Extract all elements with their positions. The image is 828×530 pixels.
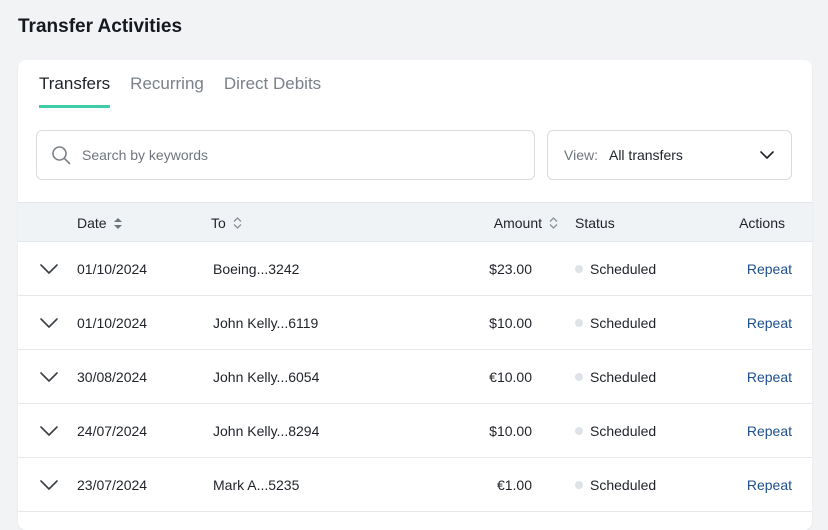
view-filter-value: All transfers	[608, 147, 683, 163]
column-amount-label: Amount	[493, 215, 542, 231]
chevron-down-icon	[40, 372, 58, 382]
repeat-button[interactable]: Repeat	[747, 242, 792, 296]
row-amount: $10.00	[489, 423, 532, 439]
row-date: 24/07/2024	[77, 423, 148, 439]
row-recipient: John Kelly...6054	[213, 369, 320, 385]
column-actions-header: Actions	[739, 203, 785, 243]
row-amount: $23.00	[489, 261, 532, 277]
row-status-label: Scheduled	[590, 477, 657, 493]
row-amount: €10.00	[489, 369, 532, 385]
row-recipient: Boeing...3242	[213, 261, 300, 277]
chevron-down-icon	[40, 480, 58, 490]
chevron-down-icon	[40, 318, 58, 328]
row-status: Scheduled	[575, 404, 656, 458]
expand-row-button[interactable]	[39, 350, 59, 404]
status-dot-icon	[575, 427, 583, 435]
transfers-table: Date To Amount Status Actions 01/10/2024…	[18, 202, 812, 512]
row-date: 01/10/2024	[77, 315, 148, 331]
table-row: 23/07/2024 Mark A...5235 €1.00 Scheduled…	[18, 458, 812, 512]
table-row: 30/08/2024 John Kelly...6054 €10.00 Sche…	[18, 350, 812, 404]
expand-row-button[interactable]	[39, 404, 59, 458]
tab-direct-debits[interactable]: Direct Debits	[224, 74, 321, 108]
row-recipient: John Kelly...6119	[213, 315, 319, 331]
view-filter-label: View:	[564, 147, 598, 163]
row-status-label: Scheduled	[590, 261, 657, 277]
column-to-header[interactable]: To	[211, 203, 242, 243]
row-date: 23/07/2024	[77, 477, 148, 493]
repeat-button[interactable]: Repeat	[747, 350, 792, 404]
chevron-down-icon	[40, 426, 58, 436]
table-row: 01/10/2024 John Kelly...6119 $10.00 Sche…	[18, 296, 812, 350]
status-dot-icon	[575, 481, 583, 489]
repeat-button[interactable]: Repeat	[747, 296, 792, 350]
column-actions-label: Actions	[739, 215, 785, 231]
row-date: 30/08/2024	[77, 369, 148, 385]
chevron-down-icon	[40, 264, 58, 274]
sort-icon	[233, 217, 242, 229]
expand-row-button[interactable]	[39, 242, 59, 296]
row-status: Scheduled	[575, 350, 656, 404]
column-status-label: Status	[575, 215, 615, 231]
row-amount: €1.00	[496, 477, 532, 493]
row-amount: $10.00	[489, 315, 532, 331]
table-row: 24/07/2024 John Kelly...8294 $10.00 Sche…	[18, 404, 812, 458]
row-recipient: Mark A...5235	[213, 477, 300, 493]
row-status-label: Scheduled	[590, 423, 657, 439]
row-status: Scheduled	[575, 458, 656, 512]
table-header: Date To Amount Status Actions	[18, 202, 812, 242]
status-dot-icon	[575, 265, 583, 273]
table-row: 01/10/2024 Boeing...3242 $23.00 Schedule…	[18, 242, 812, 296]
search-input[interactable]	[82, 147, 502, 163]
column-amount-header[interactable]: Amount	[494, 203, 558, 243]
chevron-down-icon	[760, 151, 774, 159]
search-box[interactable]	[36, 130, 535, 180]
row-status-label: Scheduled	[590, 369, 657, 385]
tab-transfers[interactable]: Transfers	[39, 74, 111, 108]
column-status-header: Status	[575, 203, 615, 243]
tab-recurring[interactable]: Recurring	[130, 74, 204, 108]
repeat-button[interactable]: Repeat	[747, 458, 792, 512]
tab-bar: Transfers Recurring Direct Debits	[39, 74, 321, 108]
search-icon	[52, 146, 71, 165]
transfers-card: Transfers Recurring Direct Debits View: …	[18, 60, 812, 530]
row-date: 01/10/2024	[77, 261, 148, 277]
expand-row-button[interactable]	[39, 458, 59, 512]
column-date-header[interactable]: Date	[77, 203, 122, 243]
row-status: Scheduled	[575, 296, 656, 350]
repeat-button[interactable]: Repeat	[747, 404, 792, 458]
column-date-label: Date	[77, 215, 107, 231]
row-status: Scheduled	[575, 242, 656, 296]
row-status-label: Scheduled	[590, 315, 657, 331]
page-title: Transfer Activities	[18, 16, 183, 37]
sort-icon	[113, 217, 122, 229]
view-filter-select[interactable]: View: All transfers	[547, 130, 792, 180]
sort-icon	[549, 217, 558, 229]
status-dot-icon	[575, 319, 583, 327]
row-recipient: John Kelly...8294	[213, 423, 320, 439]
column-to-label: To	[211, 215, 226, 231]
expand-row-button[interactable]	[39, 296, 59, 350]
status-dot-icon	[575, 373, 583, 381]
